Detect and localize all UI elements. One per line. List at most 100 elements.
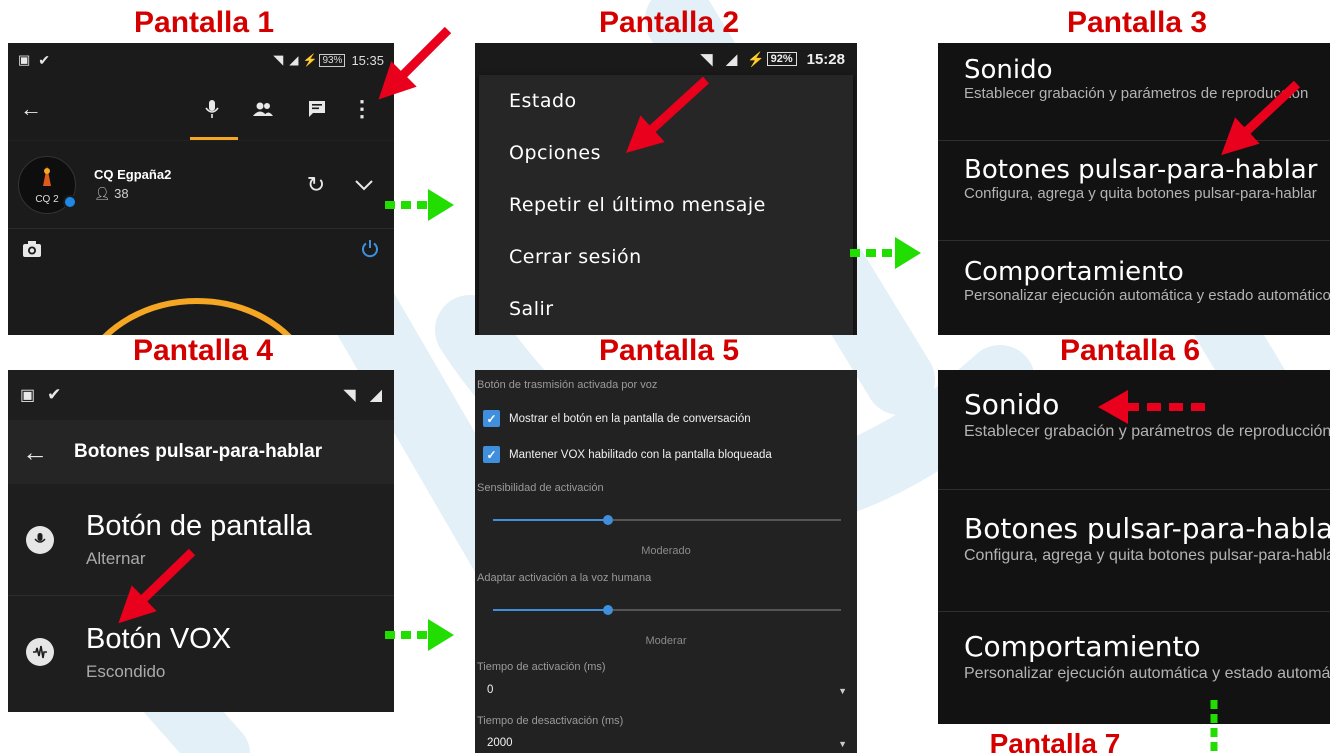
title-pantalla-1: Pantalla 1 <box>134 6 275 39</box>
status-bar: ▣ ✔ ◥ ◢ <box>8 370 394 420</box>
microphone-icon[interactable] <box>192 99 232 119</box>
slider-label-sensibilidad: Sensibilidad de activación <box>477 482 604 494</box>
screen-1: ▣ ✔ ◥ ◢ ⚡ 93% 15:35 ← ⋮ CQ 2 CQ Egpaña2 … <box>8 43 394 335</box>
settings-item-subtitle: Personalizar ejecución automática y esta… <box>964 287 1330 304</box>
title-pantalla-7: Pantalla 7 <box>989 728 1121 753</box>
wifi-icon: ◥ <box>700 51 713 68</box>
person-icon: 👤︎ <box>94 186 111 201</box>
screen-4: ▣ ✔ ◥ ◢ ← Botones pulsar-para-hablar Bot… <box>8 370 394 712</box>
checkbox-mostrar-boton[interactable]: ✓ Mostrar el botón en la pantalla de con… <box>483 410 751 427</box>
settings-item-subtitle: Configura, agrega y quita botones pulsar… <box>964 547 1330 564</box>
menu-item-salir[interactable]: Salir <box>479 283 853 335</box>
menu-item-repetir[interactable]: Repetir el último mensaje <box>479 179 853 231</box>
check-circle-icon: ✔ <box>47 385 62 404</box>
settings-item-subtitle: Establecer grabación y parámetros de rep… <box>964 423 1330 440</box>
title-pantalla-3: Pantalla 3 <box>1066 6 1208 39</box>
wifi-icon: ◥ <box>273 52 284 67</box>
status-bar: ▣ ✔ ◥ ◢ ⚡ 93% 15:35 <box>8 43 394 77</box>
check-circle-icon: ✔ <box>38 51 51 68</box>
dropdown-arrow-icon[interactable]: ▼ <box>838 686 847 696</box>
item-title: Botón VOX <box>86 622 232 655</box>
user-count-row: 👤︎ 38 <box>94 186 171 202</box>
settings-item-botones-ptt[interactable]: Botones pulsar-para-hablar Configura, ag… <box>938 490 1330 612</box>
checkbox-checked-icon: ✓ <box>483 446 500 463</box>
battery-level: 93% <box>319 53 346 67</box>
item-title: Botón de pantalla <box>86 510 312 542</box>
dropdown-activacion-value[interactable]: 0 <box>487 684 493 696</box>
settings-item-comportamiento[interactable]: Comportamiento Personalizar ejecución au… <box>938 241 1330 335</box>
gallery-icon: ▣ <box>20 387 36 404</box>
dropdown-label-activacion: Tiempo de activación (ms) <box>477 661 606 673</box>
waveform-icon <box>26 638 54 666</box>
dropdown-desactivacion-value[interactable]: 2000 <box>487 737 513 749</box>
controls-row <box>8 229 394 269</box>
battery-level: 92% <box>766 52 797 66</box>
toolbar: ← Botones pulsar-para-hablar <box>8 420 394 484</box>
list-item-boton-pantalla[interactable]: Botón de pantalla Alternar <box>8 484 394 596</box>
slider-fill <box>493 609 608 611</box>
settings-item-title: Botones pulsar-para-hablar <box>964 155 1318 185</box>
slider-knob[interactable] <box>602 515 613 525</box>
radio-tower-icon <box>43 165 51 186</box>
online-badge <box>63 194 77 209</box>
back-arrow-icon[interactable]: ← <box>22 437 48 468</box>
clock: 15:28 <box>806 50 845 68</box>
section-header: Botón de trasmisión activada por voz <box>477 379 658 391</box>
settings-item-title: Comportamiento <box>964 257 1184 287</box>
slider-sensibilidad[interactable] <box>493 515 841 525</box>
avatar-text: CQ 2 <box>35 193 59 205</box>
channel-name: CQ Egpaña2 <box>94 167 172 182</box>
ptt-ring[interactable] <box>8 283 394 335</box>
settings-item-title: Sonido <box>964 55 1053 85</box>
menu-item-cerrar-sesion[interactable]: Cerrar sesión <box>479 231 853 283</box>
overflow-menu: Estado Opciones Repetir el último mensaj… <box>479 75 853 335</box>
more-vert-icon[interactable]: ⋮ <box>342 96 382 122</box>
settings-item-title: Botones pulsar-para-hablar <box>964 512 1330 545</box>
settings-item-sonido[interactable]: Sonido Establecer grabación y parámetros… <box>938 370 1330 490</box>
checkbox-checked-icon: ✓ <box>483 410 500 427</box>
slider-caption: Moderar <box>645 635 687 647</box>
slider-fill <box>493 519 608 521</box>
gallery-icon: ▣ <box>18 52 31 67</box>
screen-6: Sonido Establecer grabación y parámetros… <box>938 370 1330 724</box>
settings-item-subtitle: Establecer grabación y parámetros de rep… <box>964 85 1309 102</box>
settings-item-comportamiento[interactable]: Comportamiento Personalizar ejecución au… <box>938 612 1330 724</box>
refresh-icon[interactable]: ↻ <box>296 172 336 198</box>
settings-item-title: Comportamiento <box>964 630 1201 663</box>
signal-icon: ◢ <box>726 50 738 67</box>
microphone-icon <box>26 525 54 554</box>
avatar: CQ 2 <box>18 155 77 214</box>
dropdown-arrow-icon[interactable]: ▼ <box>838 739 847 749</box>
menu-item-opciones[interactable]: Opciones <box>479 127 853 179</box>
power-icon[interactable] <box>360 239 380 259</box>
signal-icon: ◢ <box>289 53 299 67</box>
user-count: 38 <box>114 186 129 201</box>
signal-icon: ◢ <box>369 387 382 404</box>
dropdown-label-desactivacion: Tiempo de desactivación (ms) <box>477 715 624 727</box>
status-bar: ◥ ◢ ⚡ 92% 15:28 <box>475 43 857 75</box>
settings-item-botones-ptt[interactable]: Botones pulsar-para-hablar Configura, ag… <box>938 141 1330 241</box>
checkbox-mantener-vox[interactable]: ✓ Mantener VOX habilitado con la pantall… <box>483 446 772 463</box>
users-icon[interactable] <box>238 101 288 117</box>
page-title: Botones pulsar-para-hablar <box>74 441 323 462</box>
channel-row[interactable]: CQ 2 CQ Egpaña2 👤︎ 38 ↻ <box>8 141 394 229</box>
title-pantalla-2: Pantalla 2 <box>598 6 740 39</box>
title-pantalla-5: Pantalla 5 <box>598 334 740 367</box>
item-subtitle: Escondido <box>86 661 166 681</box>
slider-adaptar[interactable] <box>493 605 841 615</box>
clock: 15:35 <box>351 52 384 68</box>
menu-item-estado[interactable]: Estado <box>479 75 853 127</box>
settings-item-subtitle: Configura, agrega y quita botones pulsar… <box>964 185 1317 202</box>
list-item-boton-vox[interactable]: Botón VOX Escondido <box>8 596 394 708</box>
checkbox-label: Mostrar el botón en la pantalla de conve… <box>509 412 751 425</box>
chevron-down-icon[interactable] <box>344 179 384 191</box>
settings-item-sonido[interactable]: Sonido Establecer grabación y parámetros… <box>938 43 1330 141</box>
item-subtitle: Alternar <box>86 549 146 568</box>
charging-icon: ⚡ <box>302 53 318 67</box>
back-arrow-icon[interactable]: ← <box>20 96 42 122</box>
camera-icon[interactable] <box>22 240 42 258</box>
screen-3: Sonido Establecer grabación y parámetros… <box>938 43 1330 335</box>
slider-caption: Moderado <box>641 545 691 557</box>
slider-knob[interactable] <box>602 605 613 615</box>
chat-icon[interactable] <box>292 100 342 118</box>
